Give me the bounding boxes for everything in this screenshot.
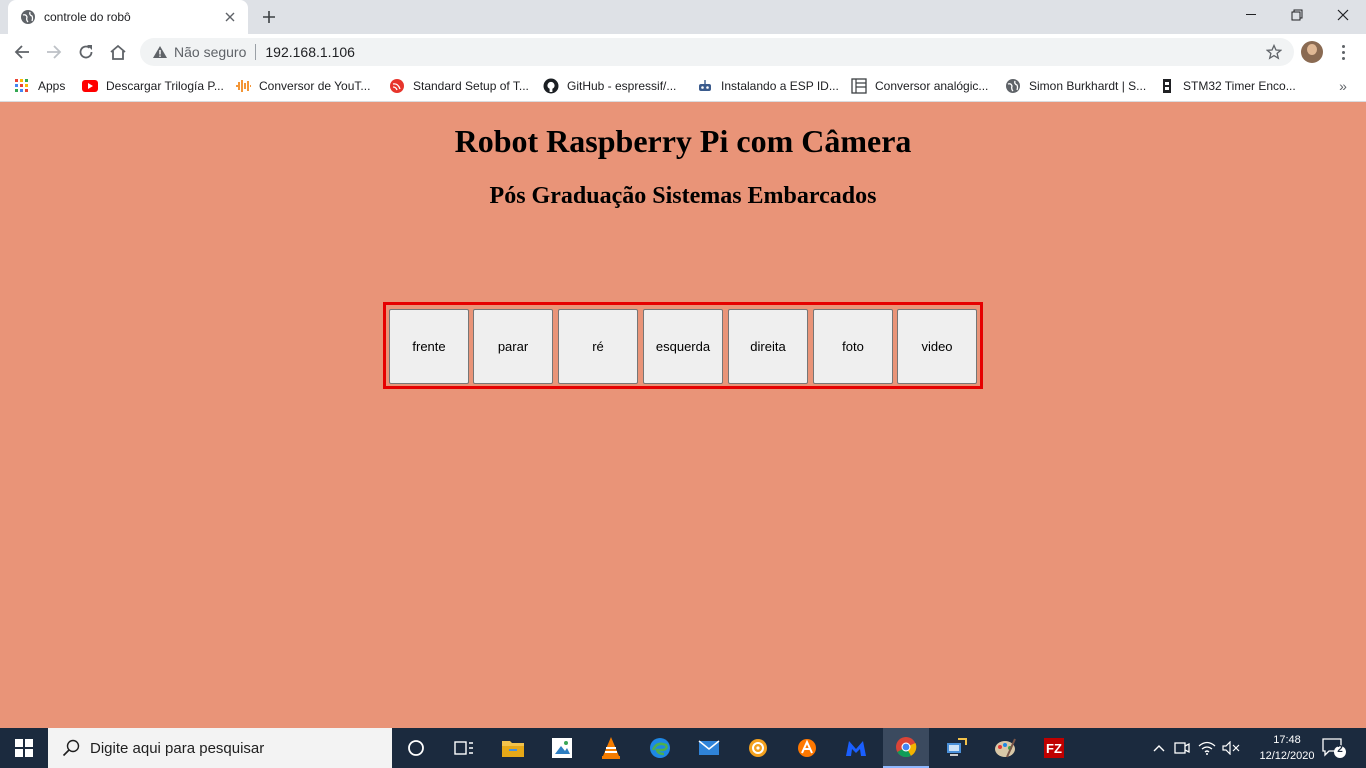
encoder-icon: [1159, 78, 1175, 94]
tab-title: controle do robô: [44, 10, 131, 24]
bookmark-label: Conversor de YouT...: [259, 79, 371, 93]
vlc-icon[interactable]: [588, 728, 634, 768]
page-content: Robot Raspberry Pi com Câmera Pós Gradua…: [0, 103, 1366, 728]
notification-count: 2: [1337, 744, 1343, 755]
restore-button[interactable]: [1274, 0, 1320, 30]
bookmark-github[interactable]: GitHub - espressif/...: [543, 76, 676, 96]
search-icon: [62, 739, 80, 757]
divider: [255, 44, 257, 60]
network-tool-icon[interactable]: [933, 728, 979, 768]
more-bookmarks-icon[interactable]: »: [1334, 76, 1352, 96]
filezilla-icon[interactable]: FZ: [1031, 728, 1077, 768]
task-view-icon[interactable]: [441, 728, 487, 768]
taskbar-clock[interactable]: 17:48 12/12/2020: [1254, 732, 1320, 764]
browser-toolbar: Não seguro 192.168.1.106: [0, 34, 1366, 70]
photo-button[interactable]: foto: [813, 309, 893, 384]
start-button[interactable]: [0, 728, 48, 768]
show-hidden-icons-chevron-icon[interactable]: [1150, 728, 1168, 768]
close-tab-icon[interactable]: [222, 9, 238, 25]
notification-center-icon[interactable]: 2: [1322, 737, 1346, 759]
reload-button[interactable]: [74, 40, 98, 64]
clock-date: 12/12/2020: [1259, 750, 1315, 762]
github-icon: [543, 78, 559, 94]
bookmark-label: Apps: [38, 79, 66, 93]
bookmark-label: GitHub - espressif/...: [567, 79, 677, 93]
settings-gear-icon[interactable]: [735, 728, 781, 768]
volume-muted-icon[interactable]: [1220, 728, 1242, 768]
youtube-icon: [82, 78, 98, 94]
robot-icon: [697, 78, 713, 94]
windows-taskbar: Digite aqui para pesquisar FZ 17:48 12/1…: [0, 728, 1366, 768]
meet-now-icon[interactable]: [1172, 728, 1192, 768]
browser-tab[interactable]: controle do robô: [8, 0, 248, 34]
svg-text:FZ: FZ: [1046, 741, 1062, 756]
forward-button[interactable]: [42, 40, 66, 64]
windows-logo-icon: [15, 739, 33, 757]
bookmark-instalando-esp[interactable]: Instalando a ESP ID...: [697, 76, 839, 96]
bookmarks-bar: Apps Descargar Trilogía P... Conversor d…: [0, 70, 1366, 102]
stop-button[interactable]: parar: [473, 309, 553, 384]
video-button[interactable]: video: [897, 309, 977, 384]
paint-icon[interactable]: [982, 728, 1028, 768]
bookmark-simon-burkhardt[interactable]: Simon Burkhardt | S...: [1005, 76, 1146, 96]
bookmark-conversor-analogico[interactable]: Conversor analógic...: [851, 76, 988, 96]
page-title: Robot Raspberry Pi com Câmera: [454, 123, 912, 159]
bookmark-label: Instalando a ESP ID...: [721, 79, 839, 93]
bookmark-conversor-youtube[interactable]: Conversor de YouT...: [235, 76, 370, 96]
forward-button[interactable]: frente: [389, 309, 469, 384]
mail-icon[interactable]: [686, 728, 732, 768]
home-button[interactable]: [106, 40, 130, 64]
browser-menu-icon[interactable]: [1336, 40, 1350, 64]
bookmark-star-icon[interactable]: [1266, 44, 1282, 60]
bookmark-label: STM32 Timer Enco...: [1183, 79, 1296, 93]
tab-strip: controle do robô: [0, 0, 1366, 34]
chrome-taskbar-icon[interactable]: [883, 728, 929, 768]
page-subtitle: Pós Graduação Sistemas Embarcados: [489, 183, 877, 209]
bookmark-label: Standard Setup of T...: [413, 79, 529, 93]
bookmark-apps[interactable]: Apps: [14, 76, 65, 96]
espressif-icon: [389, 78, 405, 94]
clock-time: 17:48: [1273, 734, 1301, 746]
file-explorer-icon[interactable]: [490, 728, 536, 768]
bookmark-standard-setup[interactable]: Standard Setup of T...: [389, 76, 529, 96]
warning-icon[interactable]: [152, 44, 168, 60]
bookmark-stm32[interactable]: STM32 Timer Enco...: [1159, 76, 1296, 96]
close-window-button[interactable]: [1320, 0, 1366, 30]
edge-icon[interactable]: [637, 728, 683, 768]
bookmark-label: Simon Burkhardt | S...: [1029, 79, 1147, 93]
malwarebytes-icon[interactable]: [833, 728, 879, 768]
search-placeholder: Digite aqui para pesquisar: [90, 739, 265, 757]
new-tab-button[interactable]: [258, 7, 280, 27]
bookmark-descargar[interactable]: Descargar Trilogía P...: [82, 76, 224, 96]
profile-avatar[interactable]: [1301, 41, 1323, 63]
taskbar-search[interactable]: Digite aqui para pesquisar: [48, 728, 392, 768]
avast-icon[interactable]: [784, 728, 830, 768]
globe-icon: [1005, 78, 1021, 94]
right-button[interactable]: direita: [728, 309, 808, 384]
page-icon: [851, 78, 867, 94]
reverse-button[interactable]: ré: [558, 309, 638, 384]
bookmark-label: Descargar Trilogía P...: [106, 79, 224, 93]
wifi-icon[interactable]: [1196, 728, 1218, 768]
address-bar[interactable]: Não seguro 192.168.1.106: [140, 38, 1294, 66]
globe-icon: [20, 9, 36, 25]
control-button-group: frente parar ré esquerda direita foto vi…: [383, 302, 983, 389]
photos-app-icon[interactable]: [539, 728, 585, 768]
left-button[interactable]: esquerda: [643, 309, 723, 384]
cortana-icon[interactable]: [393, 728, 439, 768]
url-text[interactable]: 192.168.1.106: [265, 44, 355, 60]
back-button[interactable]: [10, 40, 34, 64]
bookmark-label: Conversor analógic...: [875, 79, 989, 93]
minimize-button[interactable]: [1228, 0, 1274, 30]
security-label[interactable]: Não seguro: [174, 44, 246, 60]
audio-wave-icon: [235, 78, 251, 94]
apps-grid-icon: [14, 78, 30, 94]
